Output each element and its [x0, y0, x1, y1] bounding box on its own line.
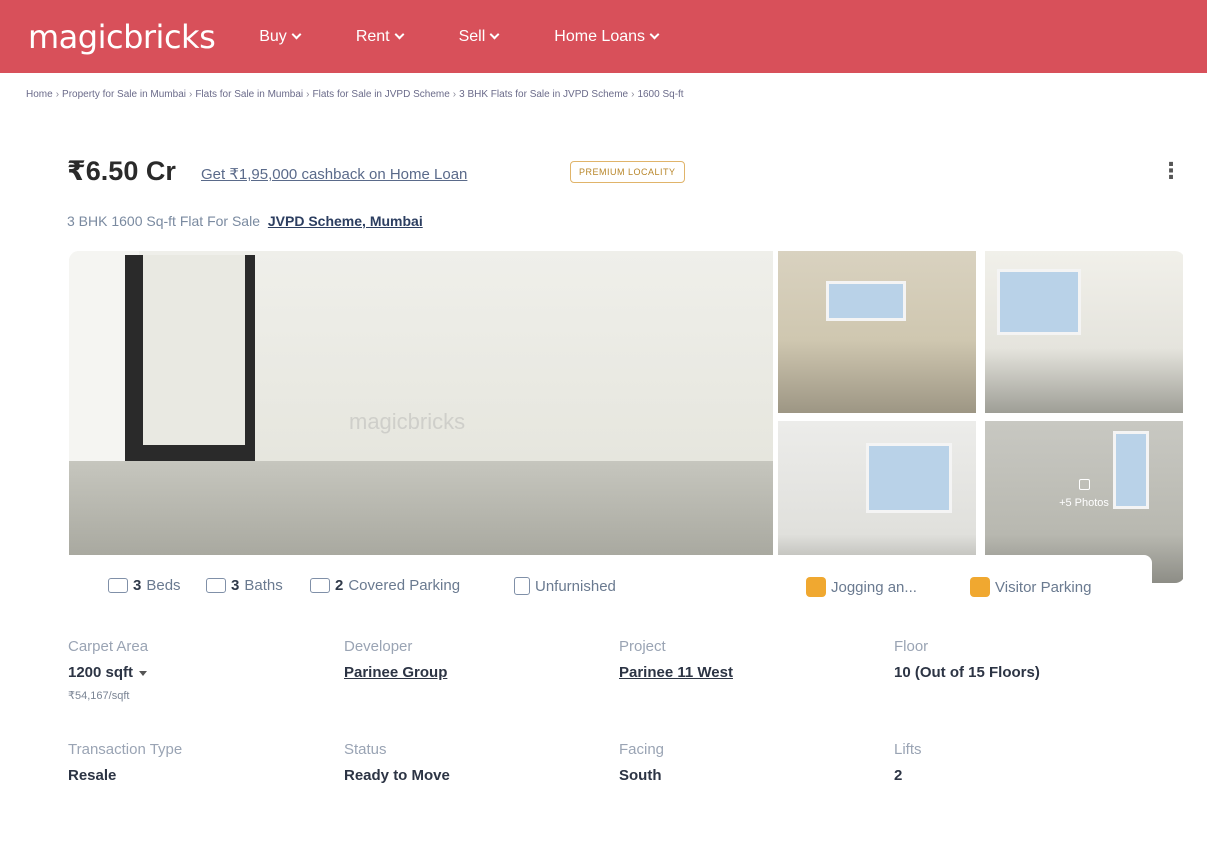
- transaction-type-value: Resale: [68, 767, 117, 784]
- price-per-sqft: ₹54,167/sqft: [68, 690, 130, 702]
- amenity-visitor-parking-label: Visitor Parking: [995, 578, 1092, 596]
- main-photo[interactable]: magicbricks: [69, 251, 773, 555]
- baths-count: 3: [231, 577, 240, 594]
- nav-rent[interactable]: Rent: [355, 27, 405, 46]
- breadcrumb-3bhk-jvpd[interactable]: 3 BHK Flats for Sale in JVPD Scheme: [459, 89, 628, 100]
- developer-link[interactable]: Parinee Group: [344, 664, 447, 681]
- more-photos-label: +5 Photos: [1059, 497, 1109, 509]
- bath-icon: [206, 578, 226, 593]
- chevron-down-icon: [291, 29, 302, 40]
- breadcrumb-current: 1600 Sq-ft: [637, 89, 684, 100]
- beds-feature: 3 Beds: [108, 577, 181, 594]
- parking-feature: 2 Covered Parking: [310, 577, 460, 594]
- amenity-jogging-label: Jogging an...: [831, 578, 917, 596]
- top-header: magicbricks Buy Rent Sell Home Loans: [0, 0, 1207, 73]
- nav-buy-label: Buy: [259, 27, 287, 45]
- breadcrumb: Home › Property for Sale in Mumbai › Flats…: [26, 89, 684, 100]
- facing-value: South: [619, 767, 662, 784]
- listing-type: 3 BHK 1600 Sq-ft Flat For Sale: [67, 213, 260, 229]
- breadcrumb-separator: ›: [188, 89, 193, 100]
- image-icon: [1078, 479, 1090, 490]
- nav-buy[interactable]: Buy: [259, 27, 302, 46]
- project-label: Project: [619, 638, 666, 655]
- developer-label: Developer: [344, 638, 413, 655]
- jogging-icon: [806, 577, 826, 597]
- beds-label: Beds: [146, 577, 181, 594]
- listing-location-link[interactable]: JVPD Scheme, Mumbai: [268, 213, 423, 229]
- breadcrumb-home[interactable]: Home: [26, 89, 53, 100]
- photo-doorway-inner: [143, 255, 245, 445]
- furniture-icon: [514, 577, 530, 595]
- lifts-label: Lifts: [894, 741, 922, 758]
- floor-value: 10 (Out of 15 Floors): [894, 664, 1040, 681]
- breadcrumb-separator: ›: [55, 89, 60, 100]
- lifts-value: 2: [894, 767, 903, 784]
- breadcrumb-separator: ›: [452, 89, 457, 100]
- project-link[interactable]: Parinee 11 West: [619, 664, 733, 681]
- beds-count: 3: [133, 577, 142, 594]
- premium-locality-badge: PREMIUM LOCALITY: [570, 161, 685, 183]
- cashback-link[interactable]: Get ₹1,95,000 cashback on Home Loan: [201, 165, 467, 183]
- breadcrumb-separator: ›: [306, 89, 310, 100]
- bed-icon: [108, 578, 128, 593]
- parking-label: Covered Parking: [348, 577, 461, 594]
- listing-subtitle: 3 BHK 1600 Sq-ft Flat For Sale JVPD Sche…: [67, 213, 423, 229]
- parking-count: 2: [335, 577, 344, 594]
- caret-down-icon: [139, 670, 148, 676]
- brand-logo[interactable]: magicbricks: [28, 18, 216, 56]
- feature-strip: 3 Beds 3 Baths 2 Covered Parking Unfurnishe…: [90, 555, 1152, 617]
- baths-feature: 3 Baths: [206, 577, 283, 594]
- nav-rent-label: Rent: [355, 27, 390, 45]
- furnishing-feature: Unfurnished: [514, 577, 616, 595]
- status-value: Ready to Move: [344, 767, 450, 784]
- chevron-down-icon: [394, 29, 405, 40]
- nav-home-loans-label: Home Loans: [554, 27, 646, 45]
- transaction-type-label: Transaction Type: [68, 741, 183, 758]
- photo-window: [826, 281, 906, 321]
- breadcrumb-flats-jvpd[interactable]: Flats for Sale in JVPD Scheme: [313, 89, 450, 100]
- baths-label: Baths: [244, 577, 283, 594]
- photo-watermark: magicbricks: [349, 409, 466, 434]
- photo-window: [866, 443, 952, 513]
- breadcrumb-property-mumbai[interactable]: Property for Sale in Mumbai: [62, 89, 186, 100]
- amenity-visitor-parking[interactable]: Visitor Parking: [970, 577, 1091, 597]
- furnishing-label: Unfurnished: [535, 577, 616, 595]
- thumbnail-photo-2[interactable]: [985, 251, 1183, 413]
- photo-window: [997, 269, 1081, 335]
- floor-label: Floor: [894, 638, 929, 655]
- more-options-icon[interactable]: ⋮: [1160, 160, 1182, 182]
- parking-icon: [970, 577, 990, 597]
- more-photos-overlay: +5 Photos: [985, 479, 1183, 509]
- facing-label: Facing: [619, 741, 665, 758]
- carpet-area-value[interactable]: 1200 sqft: [68, 664, 148, 681]
- nav-home-loans[interactable]: Home Loans: [554, 27, 660, 46]
- status-label: Status: [344, 741, 387, 758]
- listing-price: ₹6.50 Cr: [67, 156, 176, 186]
- nav-sell-label: Sell: [458, 27, 486, 45]
- amenity-jogging[interactable]: Jogging an...: [806, 577, 917, 597]
- carpet-area-text: 1200 sqft: [68, 664, 134, 681]
- breadcrumb-flats-mumbai[interactable]: Flats for Sale in Mumbai: [195, 89, 303, 100]
- chevron-down-icon: [489, 29, 500, 40]
- chevron-down-icon: [649, 29, 660, 40]
- breadcrumb-separator: ›: [631, 89, 635, 100]
- carpet-area-label: Carpet Area: [68, 638, 149, 655]
- car-icon: [310, 578, 330, 593]
- photo-floor: [69, 461, 773, 555]
- photo-gallery: magicbricks +5 Photos: [69, 251, 1185, 583]
- nav-sell[interactable]: Sell: [458, 27, 500, 46]
- thumbnail-photo-1[interactable]: [778, 251, 976, 413]
